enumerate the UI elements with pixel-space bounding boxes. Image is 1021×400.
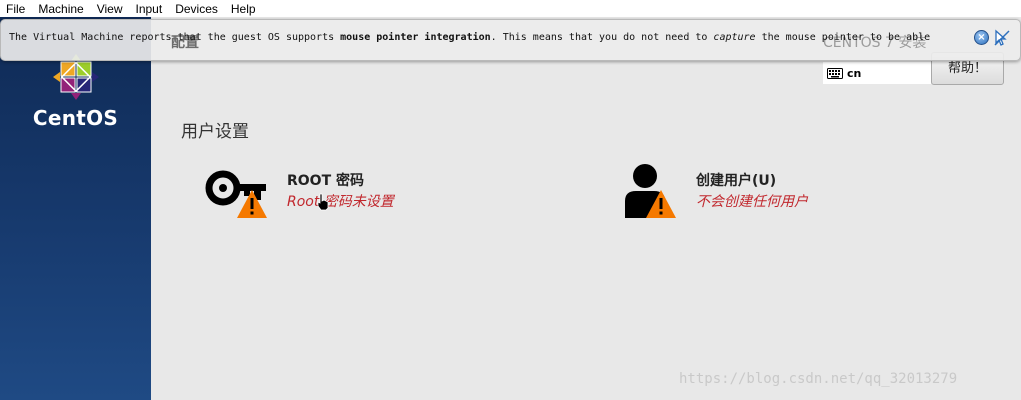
- menu-input[interactable]: Input: [130, 2, 170, 16]
- key-warning-icon[interactable]: [204, 166, 270, 220]
- spoke-create-user[interactable]: 创建用户(U): [696, 170, 776, 190]
- mouse-integration-icon[interactable]: [993, 29, 1011, 47]
- banner-close-icon[interactable]: ×: [974, 30, 989, 45]
- menu-file[interactable]: File: [0, 2, 32, 16]
- section-title-user-settings: 用户设置: [181, 122, 249, 142]
- keyboard-layout-value: cn: [847, 66, 862, 80]
- hand-cursor-icon: [317, 193, 329, 211]
- watermark-url: https://blog.csdn.net/qq_32013279: [679, 371, 958, 387]
- keyboard-layout-indicator[interactable]: cn: [823, 62, 931, 84]
- spoke-root-password-status: Root 密码未设置: [287, 194, 394, 210]
- spoke-create-user-status: 不会创建任何用户: [696, 194, 808, 210]
- mouse-integration-banner: 配置 CENTOS 7 安装 The Virtual Machine repor…: [0, 19, 1021, 61]
- menu-devices[interactable]: Devices: [169, 2, 225, 16]
- spoke-root-password[interactable]: ROOT 密码: [287, 170, 364, 190]
- centos-brand: CentOS: [32, 106, 119, 130]
- banner-message: The Virtual Machine reports that the gue…: [9, 32, 931, 43]
- keyboard-icon: [827, 67, 843, 79]
- installer-sidebar: CentOS: [0, 17, 151, 400]
- user-warning-icon[interactable]: [624, 163, 680, 221]
- vm-menu-bar: File Machine View Input Devices Help: [0, 0, 1021, 17]
- menu-help[interactable]: Help: [225, 2, 263, 16]
- menu-machine[interactable]: Machine: [32, 2, 90, 16]
- menu-view[interactable]: View: [91, 2, 130, 16]
